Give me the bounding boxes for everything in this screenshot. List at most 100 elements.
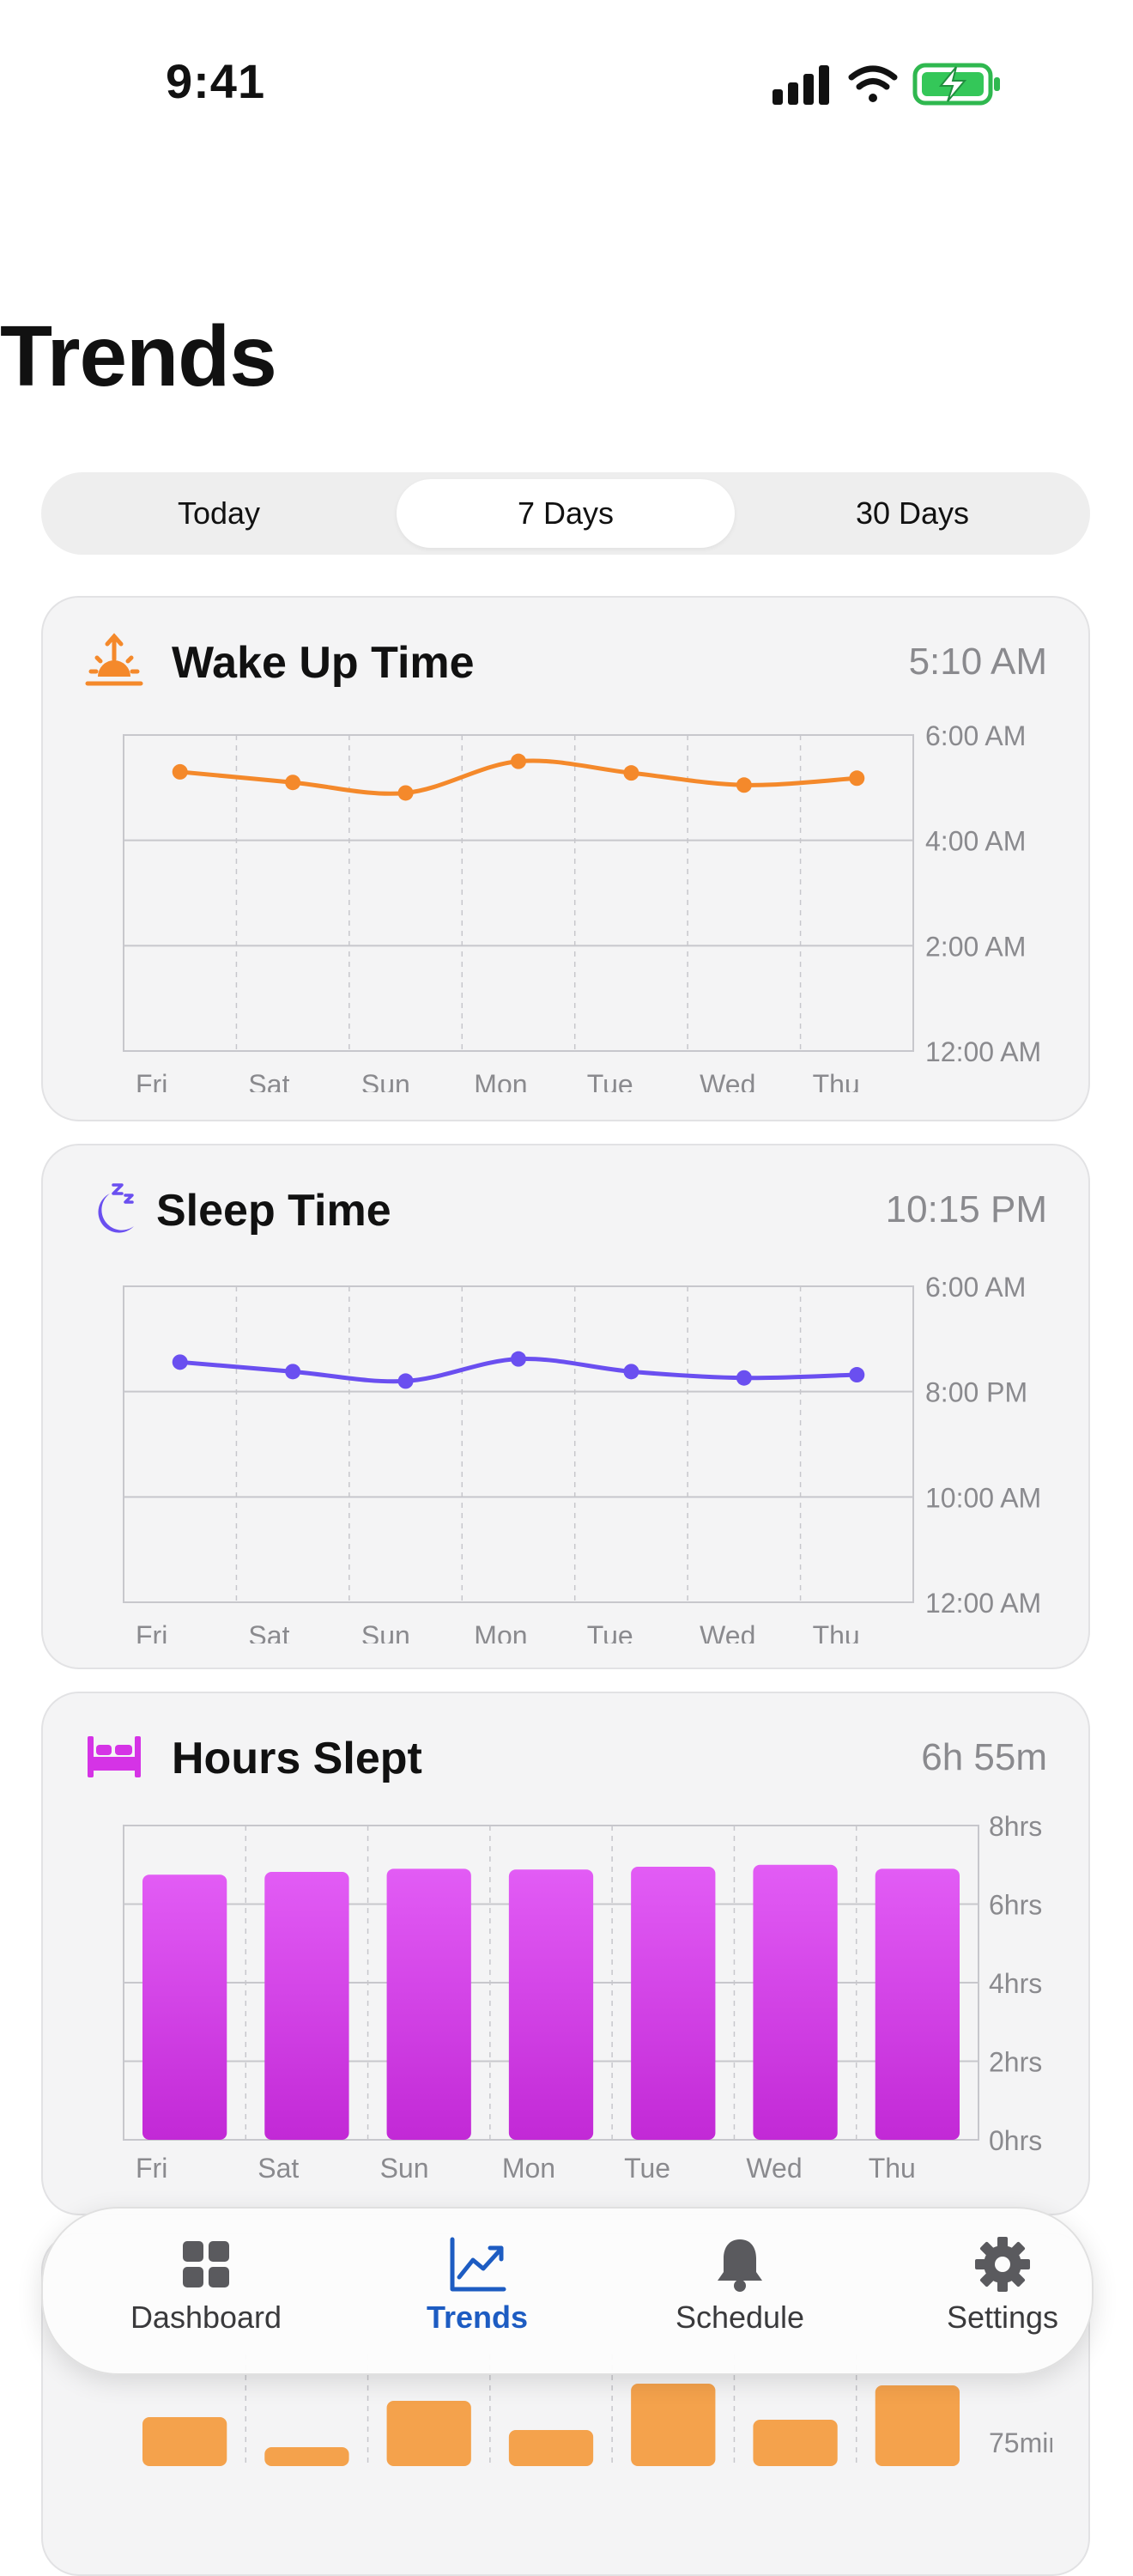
bar xyxy=(264,2447,349,2466)
x-tick-label: Thu xyxy=(869,2153,916,2183)
y-tick-label: 4hrs xyxy=(989,1968,1042,1999)
x-tick-label: Sat xyxy=(258,2153,299,2183)
y-tick-label: 2hrs xyxy=(989,2047,1042,2078)
tab-schedule[interactable]: Schedule xyxy=(645,2234,834,2363)
tab-dashboard[interactable]: Dashboard xyxy=(112,2234,300,2363)
status-time: 9:41 xyxy=(166,54,266,108)
x-tick-label: Mon xyxy=(502,2153,555,2183)
card-value: 6h 55m xyxy=(921,1736,1047,1778)
x-tick-label: Fri xyxy=(136,1620,167,1643)
data-point xyxy=(623,1364,639,1380)
chart-icon xyxy=(450,2237,506,2292)
x-tick-label: Wed xyxy=(700,1620,755,1643)
tab-label: Trends xyxy=(426,2300,529,2335)
segment-label: Today xyxy=(177,495,261,531)
status-bar: 9:41 xyxy=(0,0,1133,163)
hours-slept-card[interactable]: Hours Slept 6h 55m 8hrs 6hrs 4hrs 2hrs 0hrs F… xyxy=(41,1692,1090,2215)
bar xyxy=(386,2401,471,2466)
x-tick-label: Fri xyxy=(136,1069,167,1092)
card-title: Sleep Time xyxy=(156,1186,391,1236)
plot-frame xyxy=(123,1285,914,1603)
data-point xyxy=(849,770,865,787)
data-point xyxy=(172,1354,188,1370)
bar xyxy=(875,2385,960,2466)
tab-trends[interactable]: Trends xyxy=(383,2234,572,2363)
data-point xyxy=(736,1370,752,1386)
y-tick-label: 4:00 AM xyxy=(925,826,1026,857)
bar xyxy=(631,2384,716,2466)
data-point xyxy=(511,1351,526,1367)
bar xyxy=(753,2420,838,2466)
page-title: Trends xyxy=(0,308,277,404)
card-title: Hours Slept xyxy=(172,1734,422,1783)
x-tick-label: Tue xyxy=(624,2153,670,2183)
x-tick-label: Wed xyxy=(746,2153,802,2183)
bar xyxy=(142,2417,227,2466)
wake-up-time-card[interactable]: Wake Up Time 5:10 AM 6:00 AM 4:00 AM 2:00 … xyxy=(41,596,1090,1121)
y-tick-label: 12:00 AM xyxy=(925,1588,1041,1619)
x-tick-label: Tue xyxy=(587,1069,633,1092)
data-point xyxy=(285,775,301,791)
gear-icon xyxy=(975,2237,1030,2292)
y-tick-label: 6:00 AM xyxy=(925,1272,1026,1303)
battery-charging-icon xyxy=(912,63,1000,106)
tab-bar: Dashboard Trends Schedule Settings xyxy=(41,2207,1094,2375)
y-tick-label: 6:00 AM xyxy=(925,720,1026,751)
bar xyxy=(386,1868,471,2140)
sunrise-icon xyxy=(85,633,143,686)
data-point xyxy=(172,763,188,780)
segment-today[interactable]: Today xyxy=(50,479,388,548)
bar xyxy=(264,1871,349,2140)
card-value: 5:10 AM xyxy=(908,641,1047,683)
bar xyxy=(508,1869,594,2140)
x-tick-label: Tue xyxy=(587,1620,633,1643)
data-point xyxy=(511,753,526,769)
status-icons xyxy=(772,63,1000,106)
moon-zzz-icon xyxy=(98,1183,134,1233)
x-tick-label: Sat xyxy=(248,1069,289,1092)
sleep-time-card[interactable]: Sleep Time 10:15 PM 6:00 AM 8:00 PM 10:00 … xyxy=(41,1144,1090,1669)
x-tick-label: Sun xyxy=(361,1620,410,1643)
segment-7-days[interactable]: 7 Days xyxy=(397,479,735,548)
tab-settings[interactable]: Settings xyxy=(908,2234,1097,2363)
sleep-time-chart: 6:00 AM 8:00 PM 10:00 AM 12:00 AM Fri Sat Sun M… xyxy=(123,1272,1041,1643)
y-tick-label: 8hrs xyxy=(989,1811,1042,1842)
x-tick-label: Thu xyxy=(813,1620,860,1643)
segment-30-days[interactable]: 30 Days xyxy=(743,479,1082,548)
bar xyxy=(142,1874,227,2140)
tab-label: Settings xyxy=(946,2300,1059,2335)
tab-label: Dashboard xyxy=(130,2300,282,2335)
wake-up-time-chart: 6:00 AM 4:00 AM 2:00 AM 12:00 AM Fri Sat Sun Mo… xyxy=(123,720,1041,1092)
x-tick-label: Fri xyxy=(136,2153,167,2183)
x-tick-label: Wed xyxy=(700,1069,755,1092)
x-tick-label: Thu xyxy=(813,1069,860,1092)
y-tick-label: 8:00 PM xyxy=(925,1377,1027,1408)
bar xyxy=(631,1867,716,2140)
bed-icon xyxy=(88,1736,141,1777)
bar xyxy=(508,2430,594,2466)
bar xyxy=(753,1864,838,2140)
y-tick-label: 10:00 AM xyxy=(925,1482,1041,1513)
segment-label: 7 Days xyxy=(517,495,615,531)
y-tick-label: 2:00 AM xyxy=(925,931,1026,962)
grid-icon xyxy=(183,2241,229,2287)
tab-label: Schedule xyxy=(675,2300,805,2335)
x-tick-label: Mon xyxy=(474,1069,527,1092)
data-point xyxy=(849,1367,865,1383)
y-tick-label: 12:00 AM xyxy=(925,1036,1041,1067)
data-point xyxy=(397,785,414,801)
segment-label: 30 Days xyxy=(855,495,970,531)
card-value: 10:15 PM xyxy=(885,1188,1047,1230)
data-point xyxy=(623,765,639,781)
y-tick-label: 75min xyxy=(989,2427,1052,2458)
x-tick-label: Mon xyxy=(474,1620,527,1643)
range-segmented-control: Today 7 Days 30 Days xyxy=(41,472,1090,555)
x-tick-label: Sun xyxy=(380,2153,429,2183)
bell-icon xyxy=(718,2239,762,2292)
data-point xyxy=(736,777,752,793)
data-point xyxy=(397,1373,414,1389)
wifi-icon xyxy=(848,65,898,102)
y-tick-label: 0hrs xyxy=(989,2125,1042,2156)
hours-slept-chart: 8hrs 6hrs 4hrs 2hrs 0hrs Fri Sat Sun Mon Tue Wed Th… xyxy=(123,1811,1042,2183)
data-point xyxy=(285,1364,301,1380)
